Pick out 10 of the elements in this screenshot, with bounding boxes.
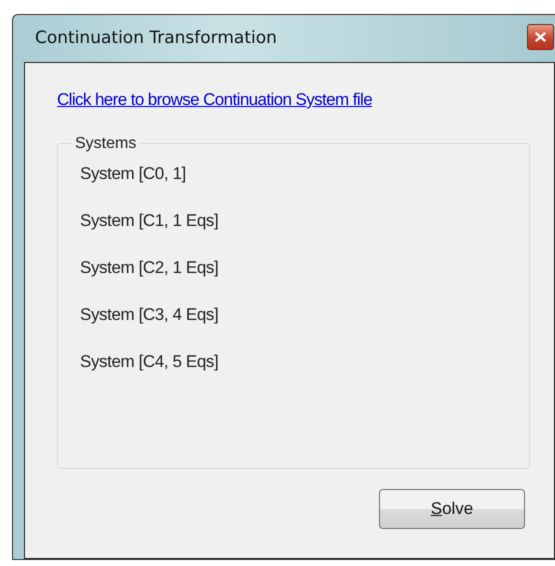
system-item[interactable]: System [C1, 1 Eqs] xyxy=(80,208,218,233)
solve-button[interactable]: Solve xyxy=(379,489,525,529)
system-item[interactable]: System [C4, 5 Eqs] xyxy=(80,348,218,374)
close-button[interactable] xyxy=(527,24,554,50)
browse-link[interactable]: Click here to browse Continuation System file xyxy=(57,90,372,109)
system-item[interactable]: System [C0, 1] xyxy=(80,160,186,186)
close-icon xyxy=(535,32,546,42)
window-title: Continuation Transformation xyxy=(35,26,277,50)
system-item[interactable]: System [C3, 4 Eqs] xyxy=(80,302,218,327)
system-item[interactable]: System [C2, 1 Eqs] xyxy=(80,254,218,280)
